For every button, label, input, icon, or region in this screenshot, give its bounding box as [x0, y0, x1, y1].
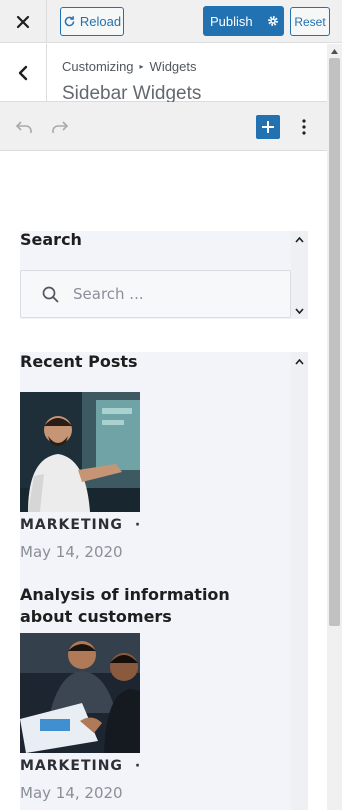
search-widget-title: Search: [20, 230, 82, 249]
back-button[interactable]: [0, 44, 47, 102]
publish-button[interactable]: Publish: [203, 6, 284, 36]
more-options-button[interactable]: [294, 114, 314, 140]
chevron-down-icon: [295, 308, 304, 314]
gear-icon: [267, 16, 278, 26]
post-image: [20, 633, 140, 753]
post-date: May 14, 2020: [20, 543, 123, 561]
search-input[interactable]: Search ...: [20, 270, 291, 318]
add-block-button[interactable]: [256, 115, 280, 139]
recent-posts-widget-title: Recent Posts: [20, 352, 138, 371]
publish-settings-button[interactable]: [261, 6, 284, 36]
section-header: Customizing ▸ Widgets Sidebar Widgets: [0, 44, 327, 104]
post-image: [20, 392, 140, 512]
undo-icon: [15, 121, 32, 133]
undo-button[interactable]: [13, 116, 35, 138]
chevron-up-icon: [295, 237, 304, 243]
post-date: May 14, 2020: [20, 784, 123, 802]
search-widget-scroll-up[interactable]: [291, 233, 308, 247]
search-widget-scroll-down[interactable]: [291, 304, 308, 318]
breadcrumb-root: Customizing: [62, 59, 134, 74]
scroll-up-arrow-icon: [331, 48, 338, 54]
plus-icon: [262, 121, 274, 133]
reload-button[interactable]: Reload: [60, 7, 124, 36]
publish-label: Publish: [210, 13, 253, 29]
breadcrumb: Customizing ▸ Widgets: [62, 59, 197, 74]
more-vertical-icon: [302, 119, 306, 135]
post-category-label: MARKETING: [20, 758, 123, 774]
search-placeholder: Search ...: [73, 285, 144, 303]
chevron-up-icon: [295, 359, 304, 365]
scroll-up-button[interactable]: [327, 44, 342, 58]
post-category[interactable]: MARKETING ·: [20, 517, 141, 533]
breadcrumb-current: Widgets: [149, 59, 197, 74]
search-icon: [21, 286, 73, 303]
breadcrumb-separator-icon: ▸: [139, 62, 144, 71]
chevron-left-icon: [18, 65, 28, 81]
panel-scrollbar-thumb[interactable]: [329, 58, 340, 626]
recent-posts-scroll-up[interactable]: [291, 355, 308, 369]
redo-button[interactable]: [49, 116, 71, 138]
redo-icon: [52, 121, 69, 133]
reload-icon: [64, 16, 75, 27]
reset-button[interactable]: Reset: [290, 7, 330, 36]
post-thumbnail[interactable]: [20, 392, 140, 512]
meta-separator: ·: [134, 758, 142, 774]
post-category-label: MARKETING: [20, 517, 123, 533]
reload-label: Reload: [79, 14, 122, 29]
post-thumbnail[interactable]: [20, 633, 140, 753]
recent-posts-widget-scrollbar[interactable]: [291, 352, 308, 810]
close-customizer-button[interactable]: [0, 0, 47, 43]
post-title[interactable]: Analysis of information about customers: [20, 584, 282, 628]
customizer-header: Reload Publish Reset: [0, 0, 342, 43]
post-category[interactable]: MARKETING ·: [20, 758, 141, 774]
meta-separator: ·: [134, 517, 142, 533]
close-icon: [16, 15, 30, 28]
